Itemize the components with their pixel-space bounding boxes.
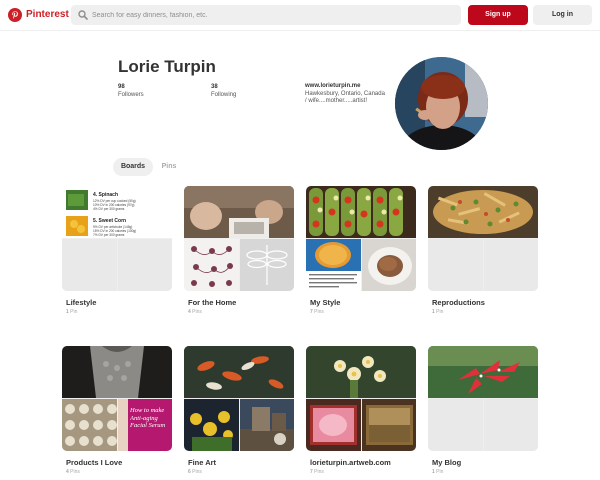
board-cover[interactable]: [184, 346, 294, 451]
board-cover-image: [306, 239, 361, 291]
board-cover-image: 4. Spinach 12% DV per cup cooked (50g) 1…: [62, 186, 172, 238]
board-fine-art[interactable]: Fine Art 6 Pins: [184, 346, 294, 475]
board-cover-image: [306, 399, 361, 451]
board-cover-image: [62, 399, 117, 451]
following-stat[interactable]: 38 Following: [211, 83, 236, 99]
cover-overlay-text: How to make Anti-aging Facial Serum: [129, 407, 165, 429]
board-cover-image: [62, 346, 172, 398]
board-cover-placeholder: [483, 399, 538, 451]
board-pin-count: 1 Pin: [66, 309, 78, 315]
following-label: Following: [211, 92, 237, 98]
board-cover-placeholder: [428, 239, 483, 291]
board-title[interactable]: Reproductions: [432, 298, 485, 307]
cover-text-title: 4. Spinach: [93, 192, 118, 198]
board-products-i-love[interactable]: How to make Anti-aging Facial Serum Prod…: [62, 346, 172, 475]
tab-boards[interactable]: Boards: [113, 158, 153, 176]
followers-stat[interactable]: 98 Followers: [118, 83, 144, 99]
board-cover[interactable]: [306, 346, 416, 451]
pinterest-logo-icon[interactable]: [8, 8, 22, 22]
board-cover-image: [184, 186, 294, 238]
board-pin-count: 4 Pins: [66, 469, 80, 475]
board-cover-image: [361, 399, 416, 451]
board-title[interactable]: Fine Art: [188, 458, 216, 467]
board-cover[interactable]: How to make Anti-aging Facial Serum: [62, 346, 172, 451]
signup-button[interactable]: Sign up: [468, 5, 528, 25]
avatar: [395, 57, 488, 150]
search-input[interactable]: [92, 8, 452, 22]
board-cover[interactable]: [428, 346, 538, 451]
board-cover-placeholder: [428, 399, 483, 451]
board-for-the-home[interactable]: For the Home 4 Pins: [184, 186, 294, 315]
board-cover-image: How to make Anti-aging Facial Serum: [117, 399, 172, 451]
cover-text-title: 5. Sweet Corn: [93, 218, 126, 224]
profile-name: Lorie Turpin: [118, 57, 216, 76]
board-pin-count: 7 Pins: [310, 309, 324, 315]
board-cover[interactable]: 4. Spinach 12% DV per cup cooked (50g) 1…: [62, 186, 172, 291]
board-pin-count: 7 Pins: [310, 469, 324, 475]
cover-text-line: 7% DV per 300 grams: [93, 233, 125, 237]
tab-pins[interactable]: Pins: [158, 158, 180, 176]
board-cover-image: [361, 239, 416, 291]
board-lifestyle[interactable]: 4. Spinach 12% DV per cup cooked (50g) 1…: [62, 186, 172, 315]
search-icon: [78, 10, 88, 20]
brand-name[interactable]: Pinterest: [26, 9, 69, 20]
board-title[interactable]: For the Home: [188, 298, 236, 307]
board-pin-count: 1 Pin: [432, 309, 444, 315]
board-title[interactable]: My Style: [310, 298, 340, 307]
board-title[interactable]: Products I Love: [66, 458, 122, 467]
search-bar[interactable]: [71, 5, 461, 25]
board-cover[interactable]: [306, 186, 416, 291]
board-cover[interactable]: [184, 186, 294, 291]
profile-info: www.lorieturpin.me Hawkesbury, Ontario, …: [305, 83, 385, 106]
followers-label: Followers: [118, 92, 144, 98]
login-button[interactable]: Log in: [533, 5, 592, 25]
followers-count: 98: [118, 84, 125, 90]
board-cover-placeholder: [483, 239, 538, 291]
board-cover-image: [428, 346, 538, 398]
board-my-style[interactable]: My Style 7 Pins: [306, 186, 416, 315]
board-cover-image: [184, 399, 239, 451]
board-cover-image: [428, 186, 538, 238]
board-cover-image: [239, 239, 294, 291]
board-cover-image: [306, 186, 416, 238]
board-pin-count: 6 Pins: [188, 469, 202, 475]
cover-text-line: 4% DV per 300 grams: [93, 207, 125, 211]
profile-website-link[interactable]: www.lorieturpin.me: [305, 83, 385, 91]
board-cover[interactable]: [428, 186, 538, 291]
board-cover-image: [239, 399, 294, 451]
profile-bio: Hawkesbury, Ontario, Canada / wife....mo…: [305, 90, 385, 105]
board-cover-placeholder: [117, 239, 172, 291]
board-pin-count: 1 Pin: [432, 469, 444, 475]
board-my-blog[interactable]: My Blog 1 Pin: [428, 346, 538, 475]
board-cover-image: [184, 239, 239, 291]
board-title[interactable]: lorieturpin.artweb.com: [310, 458, 391, 467]
board-pin-count: 4 Pins: [188, 309, 202, 315]
board-cover-image: [306, 346, 416, 398]
top-header: Pinterest Sign up Log in: [0, 0, 600, 31]
board-artweb[interactable]: lorieturpin.artweb.com 7 Pins: [306, 346, 416, 475]
board-title[interactable]: My Blog: [432, 458, 461, 467]
board-reproductions[interactable]: Reproductions 1 Pin: [428, 186, 538, 315]
board-cover-image: [184, 346, 294, 398]
board-title[interactable]: Lifestyle: [66, 298, 96, 307]
following-count: 38: [211, 84, 218, 90]
board-cover-placeholder: [62, 239, 117, 291]
